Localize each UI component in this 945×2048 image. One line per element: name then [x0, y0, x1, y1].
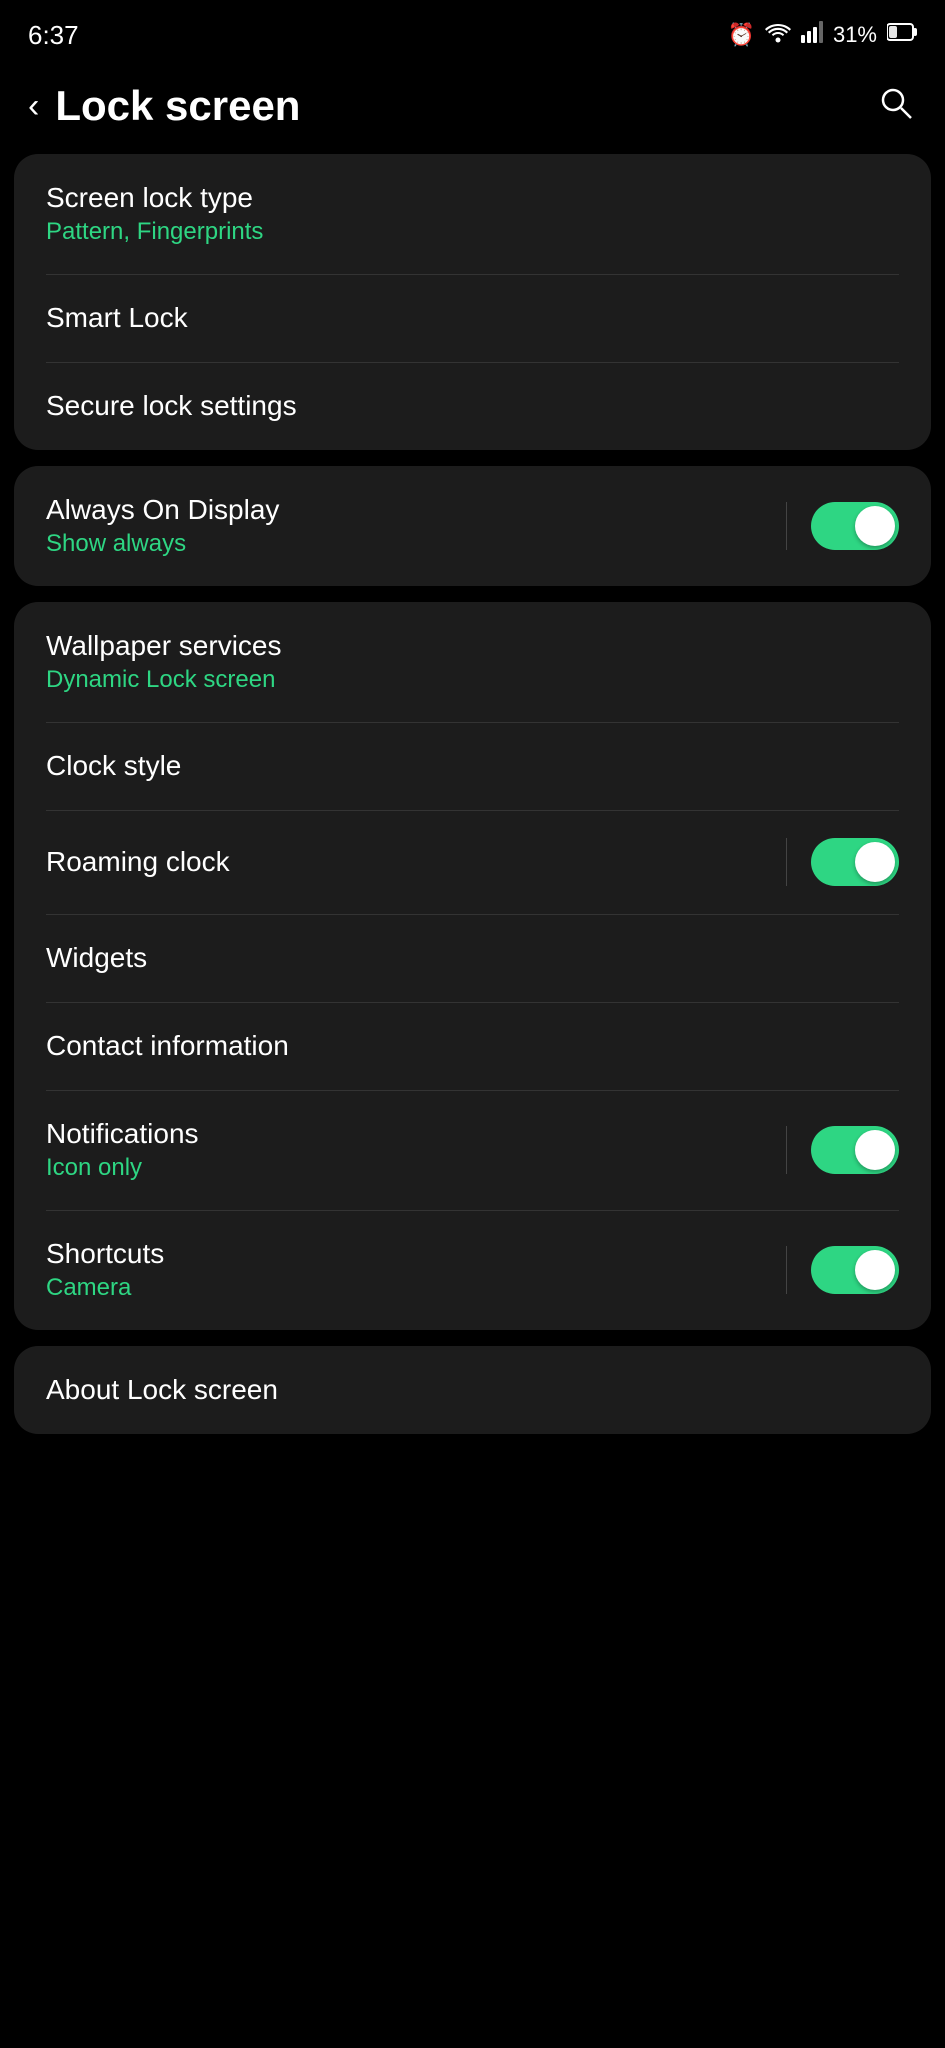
setting-text-roaming-clock: Roaming clock	[46, 846, 230, 878]
battery-text: 31%	[833, 22, 877, 48]
setting-text-secure-lock-settings: Secure lock settings	[46, 390, 297, 422]
wifi-icon	[765, 21, 791, 49]
toggle-knob-roaming-clock	[855, 842, 895, 882]
setting-subtitle-screen-lock-type: Pattern, Fingerprints	[46, 218, 263, 246]
back-button[interactable]: ‹	[28, 87, 39, 126]
section-display: Wallpaper services Dynamic Lock screen Clo…	[14, 602, 931, 1330]
setting-title-clock-style: Clock style	[46, 750, 181, 782]
toggle-always-on-display[interactable]	[811, 502, 899, 550]
section-about: About Lock screen	[14, 1346, 931, 1434]
header-left: ‹ Lock screen	[28, 82, 300, 130]
toggle-container-always-on-display	[786, 502, 899, 550]
setting-subtitle-shortcuts: Camera	[46, 1274, 164, 1302]
setting-title-widgets: Widgets	[46, 942, 147, 974]
toggle-container-notifications	[786, 1126, 899, 1174]
toggle-divider-always-on-display	[786, 502, 787, 550]
setting-text-smart-lock: Smart Lock	[46, 302, 188, 334]
page-title: Lock screen	[55, 82, 300, 130]
setting-title-roaming-clock: Roaming clock	[46, 846, 230, 878]
status-time: 6:37	[28, 20, 79, 51]
toggle-divider-shortcuts	[786, 1246, 787, 1294]
setting-text-always-on-display: Always On Display Show always	[46, 494, 279, 558]
toggle-divider-roaming-clock	[786, 838, 787, 886]
toggle-shortcuts[interactable]	[811, 1246, 899, 1294]
search-button[interactable]	[877, 84, 913, 128]
setting-subtitle-always-on-display: Show always	[46, 530, 279, 558]
setting-item-about-lock-screen[interactable]: About Lock screen	[14, 1346, 931, 1434]
setting-title-wallpaper-services: Wallpaper services	[46, 630, 281, 662]
setting-item-clock-style[interactable]: Clock style	[14, 722, 931, 810]
setting-item-screen-lock-type[interactable]: Screen lock type Pattern, Fingerprints	[14, 154, 931, 274]
toggle-notifications[interactable]	[811, 1126, 899, 1174]
setting-item-notifications[interactable]: Notifications Icon only	[14, 1090, 931, 1210]
setting-text-clock-style: Clock style	[46, 750, 181, 782]
signal-icon	[801, 21, 823, 49]
toggle-knob-notifications	[855, 1130, 895, 1170]
setting-item-wallpaper-services[interactable]: Wallpaper services Dynamic Lock screen	[14, 602, 931, 722]
toggle-divider-notifications	[786, 1126, 787, 1174]
alarm-icon: ⏰	[728, 22, 755, 48]
setting-item-roaming-clock[interactable]: Roaming clock	[14, 810, 931, 914]
setting-title-screen-lock-type: Screen lock type	[46, 182, 263, 214]
setting-item-secure-lock-settings[interactable]: Secure lock settings	[14, 362, 931, 450]
status-icons: ⏰ 31%	[728, 21, 917, 49]
toggle-knob-shortcuts	[855, 1250, 895, 1290]
section-security: Screen lock type Pattern, Fingerprints Sma…	[14, 154, 931, 450]
setting-text-screen-lock-type: Screen lock type Pattern, Fingerprints	[46, 182, 263, 246]
toggle-container-roaming-clock	[786, 838, 899, 886]
status-bar: 6:37 ⏰ 31%	[0, 0, 945, 64]
setting-item-widgets[interactable]: Widgets	[14, 914, 931, 1002]
setting-title-always-on-display: Always On Display	[46, 494, 279, 526]
battery-icon	[887, 21, 917, 49]
setting-item-shortcuts[interactable]: Shortcuts Camera	[14, 1210, 931, 1330]
setting-item-contact-information[interactable]: Contact information	[14, 1002, 931, 1090]
setting-item-always-on-display[interactable]: Always On Display Show always	[14, 466, 931, 586]
setting-title-shortcuts: Shortcuts	[46, 1238, 164, 1270]
header: ‹ Lock screen	[0, 64, 945, 154]
setting-text-notifications: Notifications Icon only	[46, 1118, 199, 1182]
toggle-container-shortcuts	[786, 1246, 899, 1294]
setting-title-about-lock-screen: About Lock screen	[46, 1374, 278, 1406]
setting-title-contact-information: Contact information	[46, 1030, 289, 1062]
section-always-on: Always On Display Show always	[14, 466, 931, 586]
setting-title-smart-lock: Smart Lock	[46, 302, 188, 334]
toggle-roaming-clock[interactable]	[811, 838, 899, 886]
setting-subtitle-wallpaper-services: Dynamic Lock screen	[46, 666, 281, 694]
setting-text-widgets: Widgets	[46, 942, 147, 974]
setting-text-wallpaper-services: Wallpaper services Dynamic Lock screen	[46, 630, 281, 694]
setting-text-contact-information: Contact information	[46, 1030, 289, 1062]
toggle-knob-always-on-display	[855, 506, 895, 546]
setting-title-secure-lock-settings: Secure lock settings	[46, 390, 297, 422]
setting-subtitle-notifications: Icon only	[46, 1154, 199, 1182]
setting-title-notifications: Notifications	[46, 1118, 199, 1150]
setting-text-about-lock-screen: About Lock screen	[46, 1374, 278, 1406]
setting-item-smart-lock[interactable]: Smart Lock	[14, 274, 931, 362]
setting-text-shortcuts: Shortcuts Camera	[46, 1238, 164, 1302]
